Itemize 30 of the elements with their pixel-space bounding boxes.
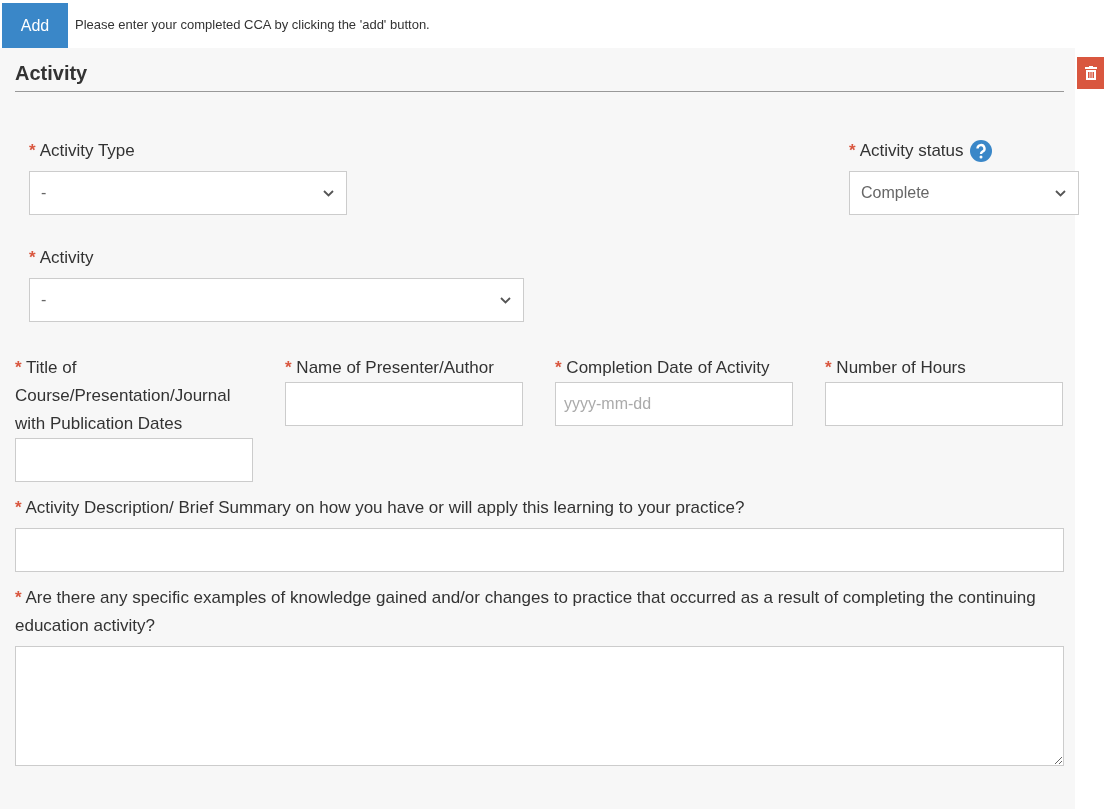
chevron-icon <box>500 296 511 304</box>
section-title: Activity <box>15 62 1064 92</box>
field-label: Activity status <box>859 141 964 161</box>
chevron-icon <box>1055 189 1066 197</box>
field-label: * Title of Course/Presentation/Journal with Publication Dates <box>15 357 232 435</box>
input-field[interactable] <box>15 438 253 482</box>
add-button[interactable]: Add <box>2 3 68 48</box>
trash-icon <box>1084 66 1097 80</box>
input-field[interactable] <box>15 528 1064 572</box>
delete-button[interactable] <box>1077 57 1104 89</box>
field-label: Activity <box>39 248 94 268</box>
field-label: * Activity Description/ Brief Summary on how you have or will apply this learning to your practice? <box>15 497 746 519</box>
date-field[interactable]: yyyy-mm-dd <box>555 382 793 426</box>
input-field[interactable] <box>825 382 1063 426</box>
required-mark: * <box>29 248 36 268</box>
instruction-text: Please enter your completed CCA by clicking the 'add' button. <box>75 16 430 32</box>
select-field[interactable]: Complete <box>849 171 1079 215</box>
required-mark: * <box>29 141 36 161</box>
textarea-field[interactable] <box>15 646 1064 766</box>
field-label: * Name of Presenter/Author <box>285 357 495 379</box>
field-label: * Completion Date of Activity <box>555 357 771 379</box>
field-label: * Are there any specific examples of knowledge gained and/or changes to practice that occurred as a result of completing the continuing education activity? <box>15 587 1037 637</box>
select-field[interactable]: - <box>29 171 347 215</box>
required-mark: * <box>849 141 856 161</box>
help-icon[interactable] <box>969 140 992 162</box>
chevron-icon <box>323 189 334 197</box>
field-label: Activity Type <box>39 141 135 161</box>
field-label: * Number of Hours <box>825 357 967 379</box>
input-field[interactable] <box>285 382 523 426</box>
select-field[interactable]: - <box>29 278 524 322</box>
